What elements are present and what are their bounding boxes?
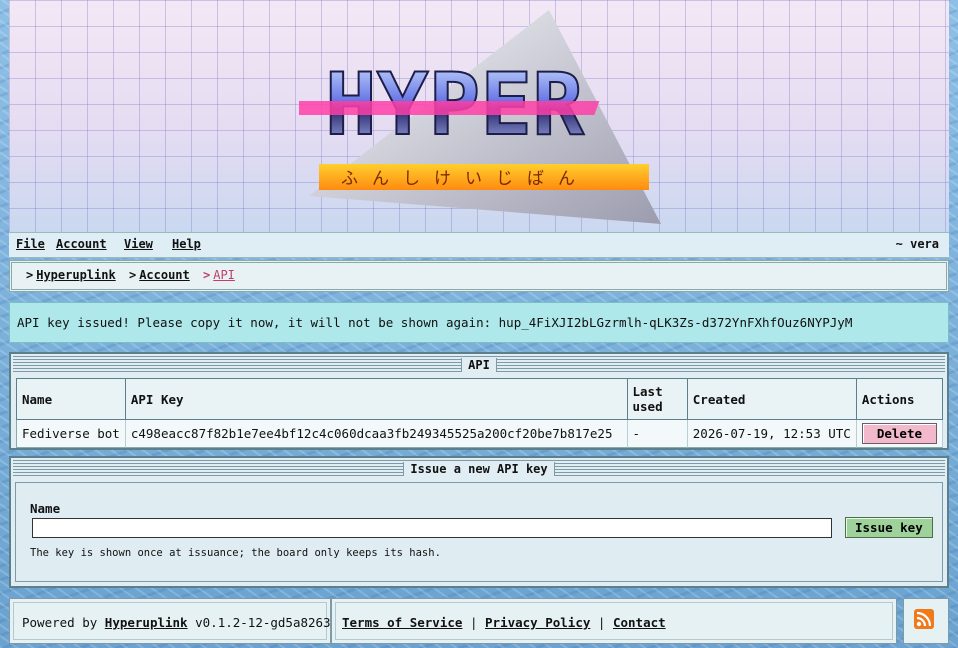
issue-panel-title-bar: Issue a new API key [13, 460, 945, 478]
footer-links-line: Terms of Service | Privacy Policy | Cont… [342, 615, 666, 630]
api-panel-title-bar: API [13, 356, 945, 374]
privacy-link[interactable]: Privacy Policy [485, 615, 590, 630]
notice-text[interactable]: API key issued! Please copy it now, it w… [17, 315, 852, 330]
key-created: 2026-07-19, 12:53 UTC [687, 420, 857, 448]
current-user[interactable]: ~ vera [896, 237, 939, 251]
api-panel: API Name API Key Last used Created Actio… [9, 352, 949, 450]
breadcrumb-account[interactable]: Account [139, 268, 190, 282]
panel-title: Issue a new API key [403, 462, 555, 476]
powered-by-line: Powered by Hyperuplink v0.1.2-12-gd5a826… [22, 615, 331, 630]
footer-links-inner: Terms of Service | Privacy Policy | Cont… [335, 602, 893, 640]
issue-hint: The key is shown once at issuance; the b… [30, 547, 441, 559]
menu-file[interactable]: File [16, 237, 45, 251]
footer-separator: | [469, 615, 478, 630]
name-field-label: Name [30, 501, 61, 516]
issue-key-button[interactable]: Issue key [845, 517, 933, 538]
menu-account[interactable]: Account [56, 237, 107, 251]
footer-powered-inner: Powered by Hyperuplink v0.1.2-12-gd5a826… [13, 602, 331, 640]
column-header-name: Name [16, 378, 126, 420]
rss-glyph [916, 611, 932, 627]
menu-bar: File Account View Help ~ vera [9, 232, 949, 258]
footer-rss [903, 598, 949, 644]
key-name-input[interactable] [32, 518, 832, 538]
breadcrumb-hyperuplink[interactable]: Hyperuplink [36, 268, 115, 282]
powered-by-prefix: Powered by [22, 615, 98, 630]
svg-text:ふんしけいじばん: ふんしけいじばん [341, 169, 589, 189]
menu-view[interactable]: View [124, 237, 153, 251]
table-row: Fediverse bot c498eacc87f82b1e7ee4bf12c4… [16, 420, 943, 448]
breadcrumb: > Hyperuplink > Account > API [9, 260, 949, 292]
table-header-row: Name API Key Last used Created Actions [16, 378, 943, 420]
breadcrumb-current: API [213, 268, 235, 282]
chevron-right-icon: > [203, 268, 211, 282]
column-header-created: Created [687, 378, 857, 420]
key-hash: c498eacc87f82b1e7ee4bf12c4c060dcaa3fb249… [125, 420, 628, 448]
footer-separator: | [597, 615, 606, 630]
key-name: Fediverse bot [16, 420, 126, 448]
issue-key-form: Name Issue key The key is shown once at … [15, 482, 943, 582]
header-banner: HYPER ふんしけいじばん [9, 0, 949, 232]
column-header-api-key: API Key [125, 378, 628, 420]
panel-title: API [461, 358, 497, 372]
issue-key-panel: Issue a new API key Name Issue key The k… [9, 456, 949, 588]
key-actions: Delete [856, 420, 943, 448]
footer-powered: Powered by Hyperuplink v0.1.2-12-gd5a826… [9, 598, 331, 644]
column-header-last-used: Last used [627, 378, 688, 420]
column-header-actions: Actions [856, 378, 943, 420]
api-key-notice: API key issued! Please copy it now, it w… [9, 302, 949, 343]
hyperuplink-link[interactable]: Hyperuplink [105, 615, 188, 630]
footer-links: Terms of Service | Privacy Policy | Cont… [331, 598, 897, 644]
api-keys-table: Name API Key Last used Created Actions F… [16, 378, 943, 448]
terms-link[interactable]: Terms of Service [342, 615, 462, 630]
hyper-logo[interactable]: HYPER ふんしけいじばん [299, 6, 679, 232]
contact-link[interactable]: Contact [613, 615, 666, 630]
rss-feed-icon[interactable] [914, 609, 934, 629]
chevron-right-icon: > [128, 268, 137, 282]
delete-key-button[interactable]: Delete [861, 423, 937, 444]
menu-help[interactable]: Help [172, 237, 201, 251]
version-text: v0.1.2-12-gd5a8263 [195, 615, 331, 630]
chevron-right-icon: > [26, 268, 34, 282]
key-last-used: - [627, 420, 688, 448]
